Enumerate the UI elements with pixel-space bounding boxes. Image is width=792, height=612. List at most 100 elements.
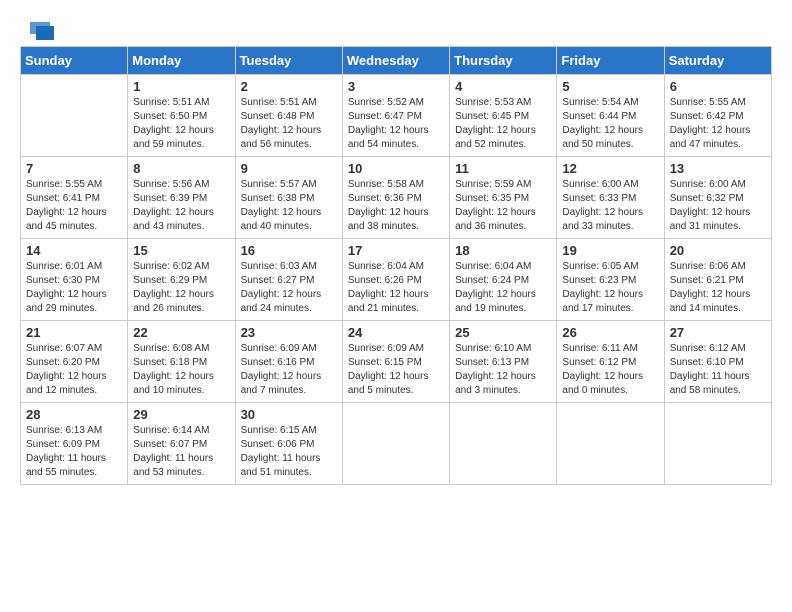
weekday-header: Friday: [557, 47, 664, 75]
day-number: 24: [348, 325, 444, 340]
calendar-cell: 9 Sunrise: 5:57 AM Sunset: 6:38 PM Daylig…: [235, 157, 342, 239]
day-number: 1: [133, 79, 229, 94]
day-number: 20: [670, 243, 766, 258]
day-number: 22: [133, 325, 229, 340]
weekday-header: Sunday: [21, 47, 128, 75]
calendar-cell: 25 Sunrise: 6:10 AM Sunset: 6:13 PM Dayli…: [450, 321, 557, 403]
calendar-cell: 23 Sunrise: 6:09 AM Sunset: 6:16 PM Dayli…: [235, 321, 342, 403]
day-number: 7: [26, 161, 122, 176]
day-number: 29: [133, 407, 229, 422]
day-info: Sunrise: 6:00 AM Sunset: 6:32 PM Dayligh…: [670, 178, 766, 234]
day-number: 23: [241, 325, 337, 340]
day-info: Sunrise: 6:02 AM Sunset: 6:29 PM Dayligh…: [133, 260, 229, 316]
day-info: Sunrise: 6:06 AM Sunset: 6:21 PM Dayligh…: [670, 260, 766, 316]
calendar-cell: 14Sunrise: 6:01 AM Sunset: 6:30 PM Dayli…: [21, 239, 128, 321]
day-info: Sunrise: 6:10 AM Sunset: 6:13 PM Dayligh…: [455, 342, 551, 398]
calendar-cell: 3 Sunrise: 5:52 AM Sunset: 6:47 PM Daylig…: [342, 75, 449, 157]
day-number: 30: [241, 407, 337, 422]
calendar-cell: [450, 403, 557, 485]
day-number: 13: [670, 161, 766, 176]
calendar-cell: 11Sunrise: 5:59 AM Sunset: 6:35 PM Dayli…: [450, 157, 557, 239]
weekday-header: Tuesday: [235, 47, 342, 75]
day-info: Sunrise: 6:01 AM Sunset: 6:30 PM Dayligh…: [26, 260, 122, 316]
day-info: Sunrise: 5:55 AM Sunset: 6:42 PM Dayligh…: [670, 96, 766, 152]
day-info: Sunrise: 5:53 AM Sunset: 6:45 PM Dayligh…: [455, 96, 551, 152]
calendar-cell: [21, 75, 128, 157]
calendar-cell: 26 Sunrise: 6:11 AM Sunset: 6:12 PM Dayli…: [557, 321, 664, 403]
calendar-header-row: SundayMondayTuesdayWednesdayThursdayFrid…: [21, 47, 772, 75]
day-info: Sunrise: 6:04 AM Sunset: 6:26 PM Dayligh…: [348, 260, 444, 316]
logo: [20, 20, 54, 38]
day-info: Sunrise: 6:00 AM Sunset: 6:33 PM Dayligh…: [562, 178, 658, 234]
day-number: 16: [241, 243, 337, 258]
calendar-cell: 8 Sunrise: 5:56 AM Sunset: 6:39 PM Daylig…: [128, 157, 235, 239]
day-number: 27: [670, 325, 766, 340]
day-info: Sunrise: 5:55 AM Sunset: 6:41 PM Dayligh…: [26, 178, 122, 234]
calendar-week-row: 14Sunrise: 6:01 AM Sunset: 6:30 PM Dayli…: [21, 239, 772, 321]
calendar-cell: 18Sunrise: 6:04 AM Sunset: 6:24 PM Dayli…: [450, 239, 557, 321]
calendar-cell: 19 Sunrise: 6:05 AM Sunset: 6:23 PM Dayli…: [557, 239, 664, 321]
calendar-cell: [557, 403, 664, 485]
calendar-cell: 7 Sunrise: 5:55 AM Sunset: 6:41 PM Daylig…: [21, 157, 128, 239]
calendar-cell: 28 Sunrise: 6:13 AM Sunset: 6:09 PM Dayli…: [21, 403, 128, 485]
calendar-week-row: 28 Sunrise: 6:13 AM Sunset: 6:09 PM Dayli…: [21, 403, 772, 485]
day-number: 21: [26, 325, 122, 340]
day-info: Sunrise: 5:57 AM Sunset: 6:38 PM Dayligh…: [241, 178, 337, 234]
day-info: Sunrise: 5:58 AM Sunset: 6:36 PM Dayligh…: [348, 178, 444, 234]
calendar-cell: 13 Sunrise: 6:00 AM Sunset: 6:32 PM Dayli…: [664, 157, 771, 239]
day-info: Sunrise: 6:11 AM Sunset: 6:12 PM Dayligh…: [562, 342, 658, 398]
day-info: Sunrise: 6:03 AM Sunset: 6:27 PM Dayligh…: [241, 260, 337, 316]
day-number: 5: [562, 79, 658, 94]
day-number: 3: [348, 79, 444, 94]
day-number: 8: [133, 161, 229, 176]
day-info: Sunrise: 6:08 AM Sunset: 6:18 PM Dayligh…: [133, 342, 229, 398]
calendar-cell: 30 Sunrise: 6:15 AM Sunset: 6:06 PM Dayli…: [235, 403, 342, 485]
day-number: 26: [562, 325, 658, 340]
day-info: Sunrise: 6:12 AM Sunset: 6:10 PM Dayligh…: [670, 342, 766, 398]
calendar-week-row: 7 Sunrise: 5:55 AM Sunset: 6:41 PM Daylig…: [21, 157, 772, 239]
calendar-cell: 1 Sunrise: 5:51 AM Sunset: 6:50 PM Daylig…: [128, 75, 235, 157]
day-number: 12: [562, 161, 658, 176]
day-number: 28: [26, 407, 122, 422]
day-info: Sunrise: 5:51 AM Sunset: 6:48 PM Dayligh…: [241, 96, 337, 152]
day-number: 17: [348, 243, 444, 258]
day-info: Sunrise: 6:07 AM Sunset: 6:20 PM Dayligh…: [26, 342, 122, 398]
calendar-cell: 2Sunrise: 5:51 AM Sunset: 6:48 PM Daylig…: [235, 75, 342, 157]
day-info: Sunrise: 6:04 AM Sunset: 6:24 PM Dayligh…: [455, 260, 551, 316]
day-info: Sunrise: 6:14 AM Sunset: 6:07 PM Dayligh…: [133, 424, 229, 480]
calendar-cell: 10Sunrise: 5:58 AM Sunset: 6:36 PM Dayli…: [342, 157, 449, 239]
day-info: Sunrise: 6:13 AM Sunset: 6:09 PM Dayligh…: [26, 424, 122, 480]
calendar-cell: 6Sunrise: 5:55 AM Sunset: 6:42 PM Daylig…: [664, 75, 771, 157]
day-info: Sunrise: 6:09 AM Sunset: 6:15 PM Dayligh…: [348, 342, 444, 398]
day-info: Sunrise: 6:05 AM Sunset: 6:23 PM Dayligh…: [562, 260, 658, 316]
calendar-cell: 27 Sunrise: 6:12 AM Sunset: 6:10 PM Dayli…: [664, 321, 771, 403]
day-info: Sunrise: 5:56 AM Sunset: 6:39 PM Dayligh…: [133, 178, 229, 234]
calendar-cell: 4Sunrise: 5:53 AM Sunset: 6:45 PM Daylig…: [450, 75, 557, 157]
day-info: Sunrise: 5:51 AM Sunset: 6:50 PM Dayligh…: [133, 96, 229, 152]
weekday-header: Monday: [128, 47, 235, 75]
calendar-cell: 16 Sunrise: 6:03 AM Sunset: 6:27 PM Dayli…: [235, 239, 342, 321]
calendar-cell: [342, 403, 449, 485]
calendar-cell: 24 Sunrise: 6:09 AM Sunset: 6:15 PM Dayli…: [342, 321, 449, 403]
calendar-week-row: 1 Sunrise: 5:51 AM Sunset: 6:50 PM Daylig…: [21, 75, 772, 157]
day-number: 15: [133, 243, 229, 258]
calendar-cell: 17 Sunrise: 6:04 AM Sunset: 6:26 PM Dayli…: [342, 239, 449, 321]
calendar-cell: 15 Sunrise: 6:02 AM Sunset: 6:29 PM Dayli…: [128, 239, 235, 321]
calendar-cell: [664, 403, 771, 485]
day-info: Sunrise: 5:54 AM Sunset: 6:44 PM Dayligh…: [562, 96, 658, 152]
calendar-cell: 12 Sunrise: 6:00 AM Sunset: 6:33 PM Dayli…: [557, 157, 664, 239]
day-number: 19: [562, 243, 658, 258]
logo-icon: [22, 20, 54, 42]
day-info: Sunrise: 5:59 AM Sunset: 6:35 PM Dayligh…: [455, 178, 551, 234]
calendar-cell: 29 Sunrise: 6:14 AM Sunset: 6:07 PM Dayli…: [128, 403, 235, 485]
weekday-header: Saturday: [664, 47, 771, 75]
calendar-cell: 20 Sunrise: 6:06 AM Sunset: 6:21 PM Dayli…: [664, 239, 771, 321]
day-info: Sunrise: 6:09 AM Sunset: 6:16 PM Dayligh…: [241, 342, 337, 398]
day-info: Sunrise: 6:15 AM Sunset: 6:06 PM Dayligh…: [241, 424, 337, 480]
calendar-cell: 21 Sunrise: 6:07 AM Sunset: 6:20 PM Dayli…: [21, 321, 128, 403]
day-number: 9: [241, 161, 337, 176]
page-header: [20, 20, 772, 38]
day-info: Sunrise: 5:52 AM Sunset: 6:47 PM Dayligh…: [348, 96, 444, 152]
day-number: 25: [455, 325, 551, 340]
calendar-week-row: 21 Sunrise: 6:07 AM Sunset: 6:20 PM Dayli…: [21, 321, 772, 403]
